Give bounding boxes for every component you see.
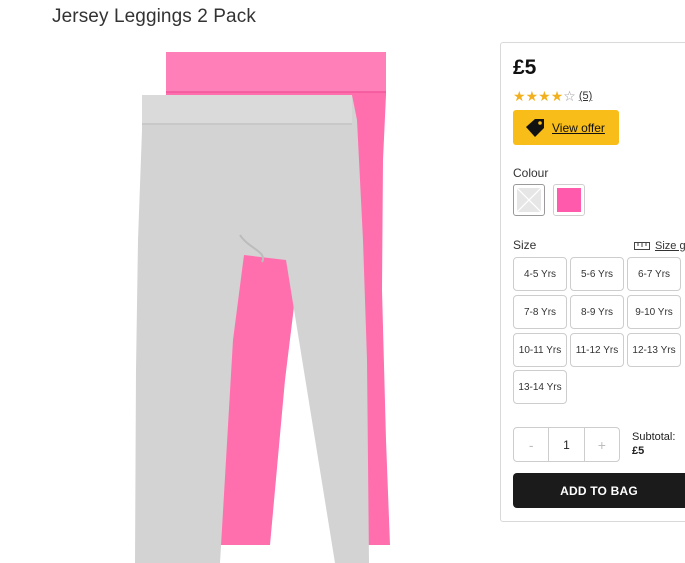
product-image: [135, 52, 390, 563]
product-price: £5: [513, 56, 537, 79]
size-option[interactable]: 4-5 Yrs: [513, 257, 567, 291]
size-option[interactable]: 5-6 Yrs: [570, 257, 624, 291]
quantity-increase-button[interactable]: +: [585, 428, 619, 461]
size-option[interactable]: 11-12 Yrs: [570, 333, 624, 367]
colour-label: Colour: [513, 166, 549, 180]
price-tag-icon: [526, 118, 544, 137]
quantity-decrease-button[interactable]: -: [514, 428, 548, 461]
subtotal-amount: £5: [632, 445, 645, 457]
quantity-stepper: - 1 +: [513, 427, 620, 462]
subtotal: Subtotal: £5: [632, 430, 675, 458]
star-empty-icon: ☆: [563, 88, 576, 104]
size-label: Size: [513, 238, 537, 252]
colour-swatch-pink[interactable]: [553, 184, 585, 216]
quantity-input[interactable]: 1: [548, 428, 585, 461]
star-filled-icon: ★: [550, 88, 564, 104]
subtotal-label: Subtotal:: [632, 431, 676, 443]
add-to-bag-label: ADD TO BAG: [560, 483, 638, 498]
selected-cross-icon: [517, 188, 541, 212]
add-to-bag-button[interactable]: ADD TO BAG: [513, 473, 685, 508]
size-option[interactable]: 8-9 Yrs: [570, 295, 624, 329]
size-guide-link[interactable]: Size g: [634, 240, 685, 252]
size-option[interactable]: 13-14 Yrs: [513, 370, 567, 404]
size-option[interactable]: 9-10 Yrs: [627, 295, 681, 329]
view-offer-button[interactable]: View offer: [513, 110, 619, 145]
colour-swatch-grey[interactable]: [513, 184, 545, 216]
product-title: Jersey Leggings 2 Pack: [52, 6, 256, 27]
view-offer-label: View offer: [552, 120, 605, 135]
size-option[interactable]: 6-7 Yrs: [627, 257, 681, 291]
size-guide-label: Size g: [655, 240, 685, 252]
star-filled-icon: ★: [525, 88, 539, 104]
size-option[interactable]: 7-8 Yrs: [513, 295, 567, 329]
star-filled-icon: ★: [538, 88, 551, 104]
size-option[interactable]: 12-13 Yrs: [627, 333, 681, 367]
star-filled-icon: ★: [513, 88, 526, 104]
star-rating[interactable]: ★ ★ ★ ★ ☆ (5): [513, 88, 592, 104]
ruler-icon: [634, 241, 650, 250]
review-count-link[interactable]: (5): [579, 90, 592, 102]
size-option[interactable]: 10-11 Yrs: [513, 333, 567, 367]
